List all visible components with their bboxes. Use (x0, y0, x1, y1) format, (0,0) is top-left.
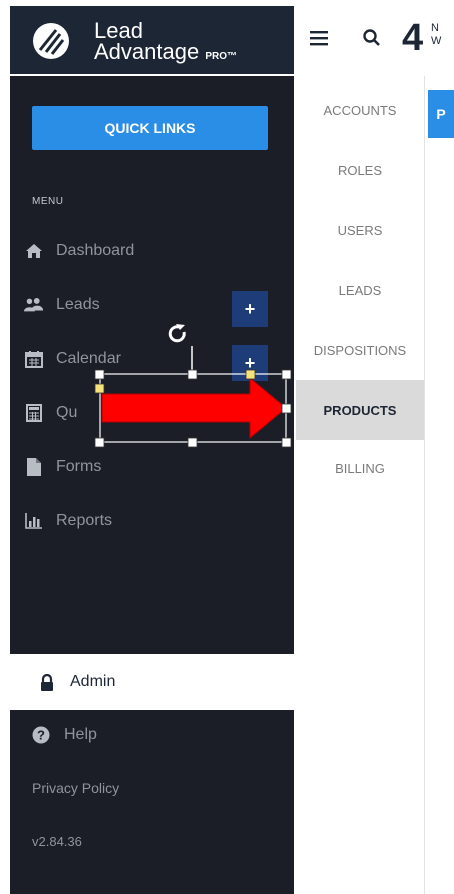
notification-text-line2: W (431, 35, 442, 47)
notification-count[interactable]: 4 (402, 18, 423, 58)
sidebar-item-label: Qu (56, 404, 78, 421)
admin-submenu: ACCOUNTS ROLES USERS LEADS DISPOSITIONS … (296, 76, 425, 894)
submenu-item-dispositions[interactable]: DISPOSITIONS (296, 326, 424, 374)
lock-icon (38, 672, 56, 692)
top-bar: 4 N W (294, 6, 454, 74)
calendar-icon (24, 349, 44, 369)
file-icon (24, 457, 44, 477)
home-icon (24, 241, 44, 261)
submenu-item-products[interactable]: PRODUCTS (296, 380, 424, 440)
sidebar-item-leads[interactable]: Leads (24, 290, 100, 320)
sidebar-item-admin[interactable]: Admin (10, 654, 294, 710)
quick-links-button[interactable]: QUICK LINKS (32, 106, 268, 150)
sidebar-item-label: Help (64, 726, 97, 743)
lead-advantage-logo-icon (33, 23, 69, 59)
app-version: v2.84.36 (32, 834, 82, 849)
menu-section-label: MENU (32, 196, 64, 207)
sidebar-item-dashboard[interactable]: Dashboard (24, 236, 134, 266)
sidebar-footer: ? Help Privacy Policy v2.84.36 (10, 710, 294, 894)
sidebar-item-label: Admin (70, 673, 116, 690)
annotation-arrow-overlay[interactable] (90, 320, 300, 460)
submenu-item-users[interactable]: USERS (296, 206, 424, 254)
users-icon (24, 295, 44, 315)
sidebar-item-help[interactable]: ? Help (32, 724, 97, 746)
help-icon: ? (32, 726, 50, 744)
calculator-icon (24, 403, 44, 423)
bar-chart-icon (24, 511, 44, 531)
sidebar-item-quotes[interactable]: Qu (24, 398, 77, 428)
submenu-item-accounts[interactable]: ACCOUNTS (296, 86, 424, 134)
submenu-item-leads[interactable]: LEADS (296, 266, 424, 314)
notification-text: N W (431, 22, 441, 48)
sidebar-item-reports[interactable]: Reports (24, 506, 112, 536)
red-arrow-annotation[interactable] (90, 320, 300, 460)
content-tab[interactable]: P (428, 90, 454, 138)
hamburger-menu-icon[interactable] (310, 30, 328, 46)
submenu-item-roles[interactable]: ROLES (296, 146, 424, 194)
svg-text:?: ? (37, 728, 45, 743)
submenu-item-billing[interactable]: BILLING (296, 444, 424, 492)
brand-header: Lead Advantage PRO™ (10, 6, 294, 74)
brand-name-line2: Advantage PRO™ (94, 39, 237, 70)
sidebar-item-label: Forms (56, 458, 102, 475)
sidebar-item-label: Dashboard (56, 242, 135, 259)
notification-text-line1: N (431, 22, 439, 34)
brand-name-advantage: Advantage (94, 39, 200, 64)
search-icon[interactable] (362, 28, 382, 48)
privacy-policy-link[interactable]: Privacy Policy (32, 780, 119, 796)
brand-pro-badge: PRO™ (205, 51, 237, 62)
sidebar-item-label: Leads (56, 296, 100, 313)
sidebar-item-label: Reports (56, 512, 113, 529)
